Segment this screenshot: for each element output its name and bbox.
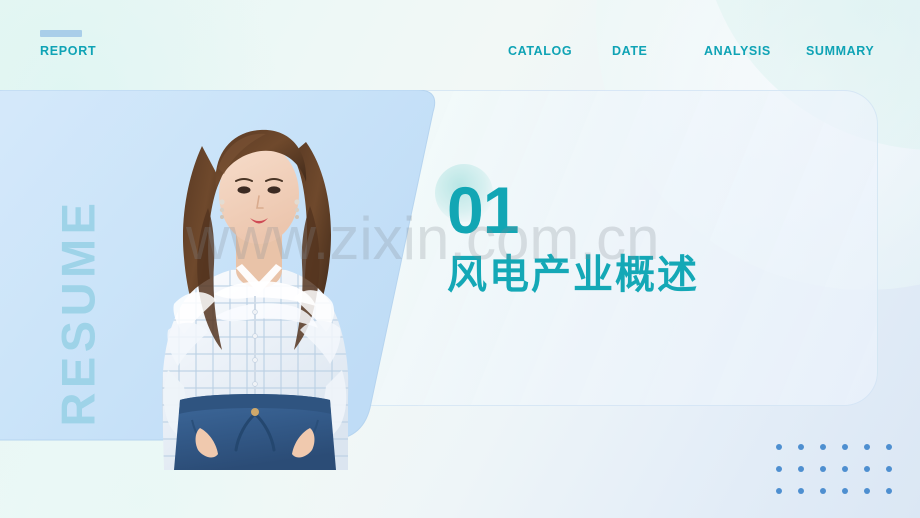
dot	[842, 466, 848, 472]
brand-accent-bar	[40, 30, 82, 37]
dot	[776, 466, 782, 472]
brand-label: REPORT	[40, 44, 97, 58]
nav-item-analysis[interactable]: ANALYSIS	[704, 44, 806, 59]
section-title: 风电产业概述	[447, 253, 699, 297]
dot	[820, 488, 826, 494]
presentation-slide: RESUME 01 风电产业概述 REPORT CATALOG DATE ANA…	[0, 0, 920, 518]
dot	[864, 466, 870, 472]
dot	[798, 488, 804, 494]
vertical-resume-label: RESUME	[51, 198, 105, 427]
dot	[842, 444, 848, 450]
section-number: 01	[447, 173, 519, 247]
brand-block: REPORT	[40, 30, 96, 58]
dot	[776, 488, 782, 494]
person-photo	[110, 98, 400, 470]
dot	[798, 444, 804, 450]
dot	[776, 444, 782, 450]
nav-item-summary[interactable]: SUMMARY	[806, 44, 874, 59]
dot	[886, 466, 892, 472]
nav-item-catalog[interactable]: CATALOG	[508, 44, 612, 59]
dot	[820, 466, 826, 472]
dot	[842, 488, 848, 494]
dot	[886, 488, 892, 494]
dot	[864, 488, 870, 494]
dot	[820, 444, 826, 450]
dot-grid-decoration	[776, 444, 908, 510]
headline-block: 01 风电产业概述	[435, 164, 699, 298]
dot	[798, 466, 804, 472]
top-bar: REPORT CATALOG DATE ANALYSIS SUMMARY	[0, 0, 920, 86]
nav-item-date[interactable]: DATE	[612, 44, 704, 59]
dot	[886, 444, 892, 450]
top-navigation: CATALOG DATE ANALYSIS SUMMARY	[508, 44, 908, 59]
dot	[864, 444, 870, 450]
